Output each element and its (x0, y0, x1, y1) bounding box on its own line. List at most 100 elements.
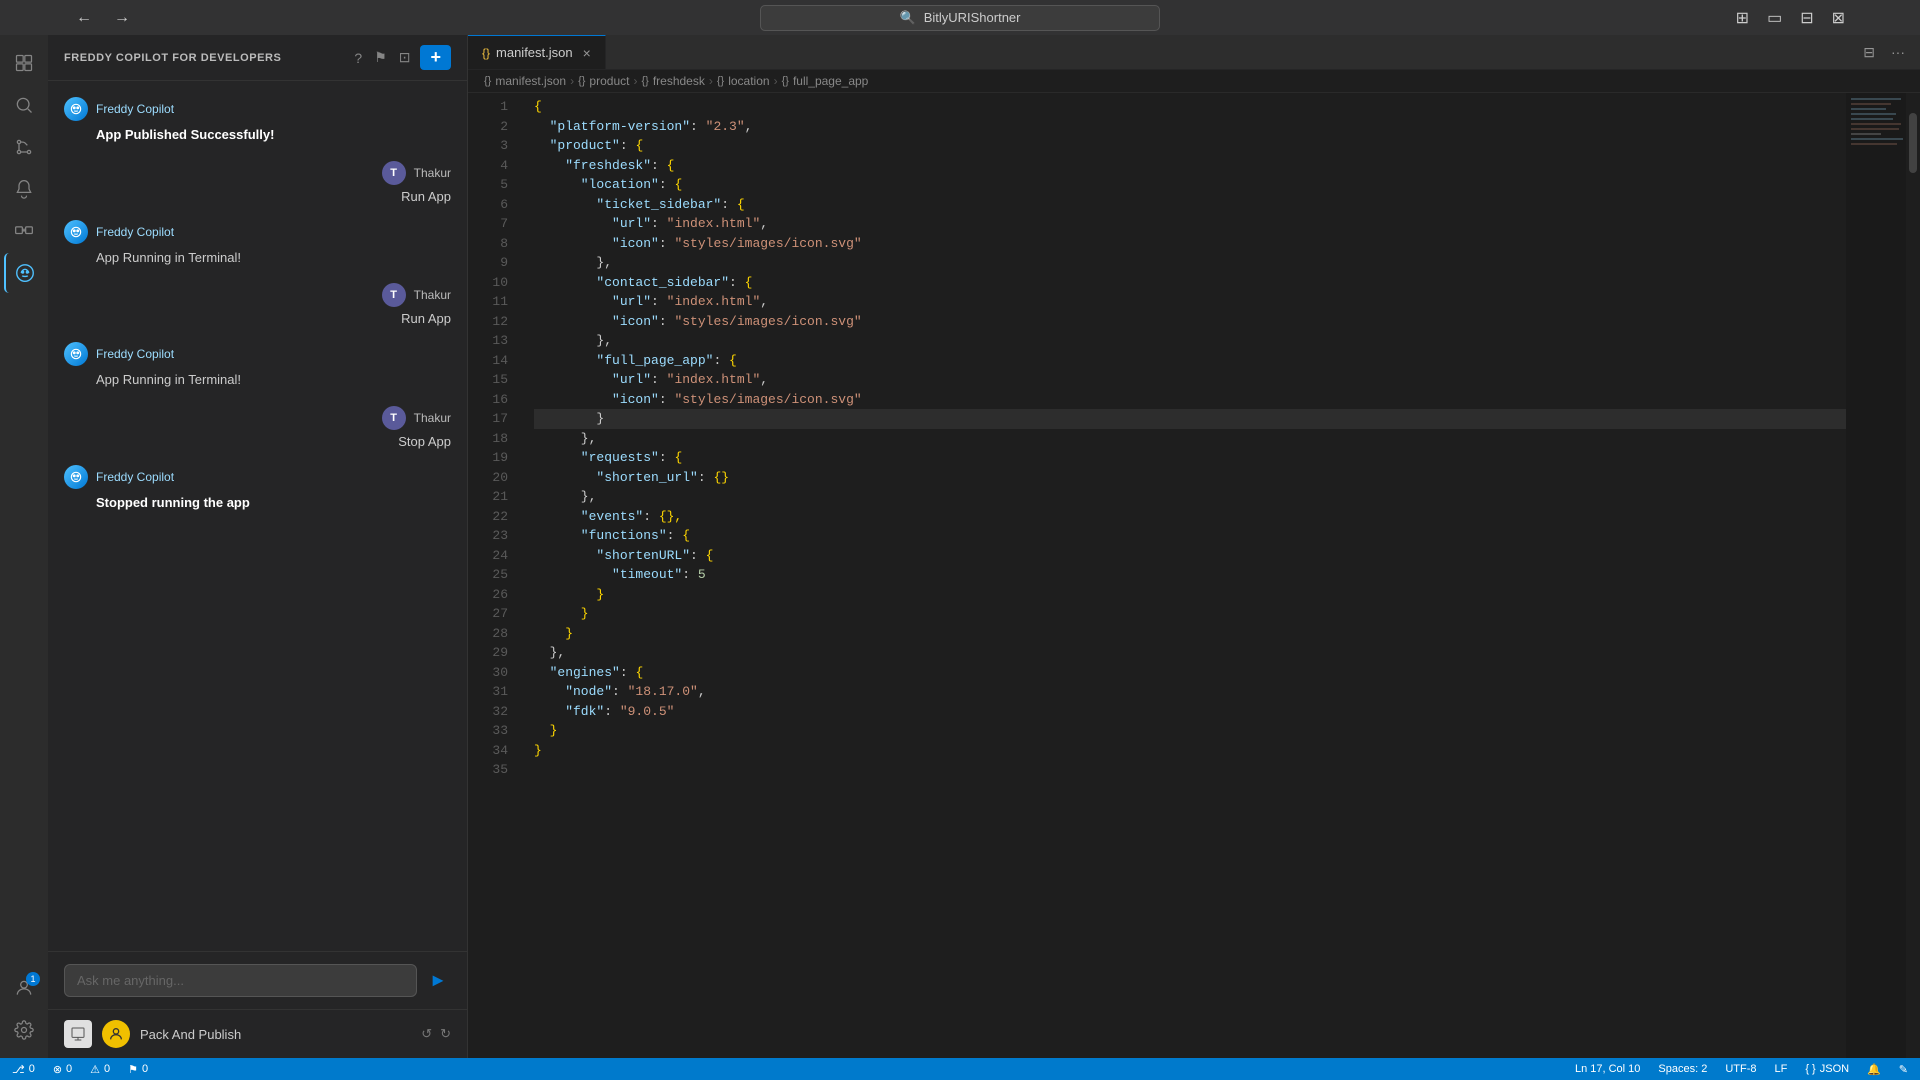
chat-sidebar: FREDDY COPILOT FOR DEVELOPERS ? ⚑ ⊡ + Fr… (48, 35, 468, 1058)
activity-accounts[interactable]: 1 (4, 968, 44, 1008)
info-count: 0 (142, 1063, 148, 1075)
split-editor-button[interactable]: ⊟ (1858, 42, 1880, 63)
breadcrumb-item-4[interactable]: {} location (717, 74, 770, 88)
line-number-29: 29 (468, 643, 508, 663)
line-number-8: 8 (468, 234, 508, 254)
warning-count: 0 (104, 1063, 110, 1075)
encoding-label: UTF-8 (1725, 1063, 1756, 1075)
line-number-27: 27 (468, 604, 508, 624)
activity-source-control[interactable] (4, 127, 44, 167)
breadcrumb: {} manifest.json › {} product › {} fresh… (468, 70, 1920, 93)
code-line-26: } (534, 585, 1846, 605)
line-number-11: 11 (468, 292, 508, 312)
activity-extensions[interactable] (4, 211, 44, 251)
activity-explorer[interactable] (4, 43, 44, 83)
chat-message-4: T Thakur Run App (64, 283, 451, 326)
line-number-26: 26 (468, 585, 508, 605)
scrollbar-thumb[interactable] (1909, 113, 1917, 173)
user-identity-1: T Thakur (382, 161, 451, 185)
user-action-2: Run App (401, 311, 451, 326)
code-line-2: "platform-version": "2.3", (534, 117, 1846, 137)
activity-bar: 1 (0, 35, 48, 1058)
code-line-1: { (534, 97, 1846, 117)
bell-icon: 🔔 (1867, 1063, 1881, 1076)
breadcrumb-item-1[interactable]: {} manifest.json (484, 74, 566, 88)
code-line-3: "product": { (534, 136, 1846, 156)
bot-name-2: Freddy Copilot (96, 225, 174, 239)
help-button[interactable]: ? (352, 48, 364, 68)
status-warnings[interactable]: ⚠ 0 (86, 1058, 114, 1080)
tab-file-icon: {} (482, 46, 490, 60)
activity-settings[interactable] (4, 1010, 44, 1050)
info-icon: ⚑ (128, 1063, 138, 1076)
status-notifications[interactable]: 🔔 (1863, 1058, 1885, 1080)
flag-button[interactable]: ⚑ (372, 47, 389, 68)
send-button[interactable]: ► (425, 966, 451, 995)
titlebar-search[interactable]: 🔍 BitlyURIShortner (760, 5, 1160, 31)
search-icon: 🔍 (900, 10, 916, 26)
status-bar: ⎇ 0 ⊗ 0 ⚠ 0 ⚑ 0 Ln 17, Col 10 Spaces: 2 … (0, 1058, 1920, 1080)
line-number-21: 21 (468, 487, 508, 507)
line-number-20: 20 (468, 468, 508, 488)
user-row-1: T Thakur Run App (64, 161, 451, 204)
chat-messages: Freddy Copilot App Published Successfull… (48, 81, 467, 951)
chat-message-1: Freddy Copilot App Published Successfull… (64, 97, 451, 145)
chat-input[interactable] (64, 964, 417, 997)
code-line-24: "shortenURL": { (534, 546, 1846, 566)
code-line-35 (534, 760, 1846, 780)
user-name-3: Thakur (414, 411, 451, 425)
line-number-19: 19 (468, 448, 508, 468)
line-number-17: 17 (468, 409, 508, 429)
bot-name-3: Freddy Copilot (96, 347, 174, 361)
tab-close-button[interactable]: × (583, 45, 591, 61)
status-encoding[interactable]: UTF-8 (1721, 1058, 1760, 1080)
tab-manifest-json[interactable]: {} manifest.json × (468, 35, 606, 69)
status-git[interactable]: ⎇ 0 (8, 1058, 39, 1080)
bot-message-1: App Published Successfully! (96, 125, 451, 145)
chat-message-7: Freddy Copilot Stopped running the app (64, 465, 451, 513)
code-content[interactable]: { "platform-version": "2.3", "product": … (518, 93, 1846, 1058)
code-line-15: "url": "index.html", (534, 370, 1846, 390)
code-editor[interactable]: 1234567891011121314151617181920212223242… (468, 93, 1920, 1058)
breadcrumb-item-2[interactable]: {} product (578, 74, 629, 88)
line-number-1: 1 (468, 97, 508, 117)
forward-button[interactable]: → (108, 7, 136, 29)
breadcrumb-item-3[interactable]: {} freshdesk (641, 74, 704, 88)
user-avatar-2: T (382, 283, 406, 307)
code-line-28: } (534, 624, 1846, 644)
layout-icon-2[interactable]: ▭ (1762, 6, 1787, 30)
editor-scrollbar[interactable] (1906, 93, 1920, 1058)
status-cursor[interactable]: Ln 17, Col 10 (1571, 1058, 1644, 1080)
line-number-7: 7 (468, 214, 508, 234)
layout-icon-1[interactable]: ⊞ (1731, 6, 1754, 30)
layout-icon-3[interactable]: ⊟ (1795, 6, 1818, 30)
activity-run-debug[interactable] (4, 169, 44, 209)
layout-icon-4[interactable]: ⊠ (1827, 6, 1850, 30)
activity-copilot[interactable] (4, 253, 44, 293)
code-line-32: "fdk": "9.0.5" (534, 702, 1846, 722)
bc-label-1: manifest.json (495, 74, 566, 88)
status-feedback[interactable]: ✎ (1895, 1058, 1912, 1080)
settings-panel-button[interactable]: ⊡ (397, 47, 413, 68)
status-errors[interactable]: ⊗ 0 (49, 1058, 76, 1080)
code-line-21: }, (534, 487, 1846, 507)
breadcrumb-item-5[interactable]: {} full_page_app (782, 74, 869, 88)
line-number-32: 32 (468, 702, 508, 722)
status-spaces[interactable]: Spaces: 2 (1654, 1058, 1711, 1080)
git-branch-icon: ⎇ (12, 1063, 25, 1076)
back-button[interactable]: ← (70, 7, 98, 29)
pack-publish-bar[interactable]: Pack And Publish ↺ ↻ (48, 1009, 467, 1058)
status-eol[interactable]: LF (1770, 1058, 1791, 1080)
bc-label-2: product (589, 74, 629, 88)
bot-message-4: Stopped running the app (96, 493, 451, 513)
bc-icon-2: {} (578, 75, 585, 87)
user-row-3: T Thakur Stop App (64, 406, 451, 449)
activity-search[interactable] (4, 85, 44, 125)
pack-avatar (102, 1020, 130, 1048)
more-actions-button[interactable]: ··· (1886, 42, 1910, 62)
status-language[interactable]: { } JSON (1801, 1058, 1853, 1080)
new-chat-button[interactable]: + (420, 45, 451, 70)
titlebar-navigation: ← → (70, 7, 136, 29)
status-info[interactable]: ⚑ 0 (124, 1058, 152, 1080)
bot-name-1: Freddy Copilot (96, 102, 174, 116)
